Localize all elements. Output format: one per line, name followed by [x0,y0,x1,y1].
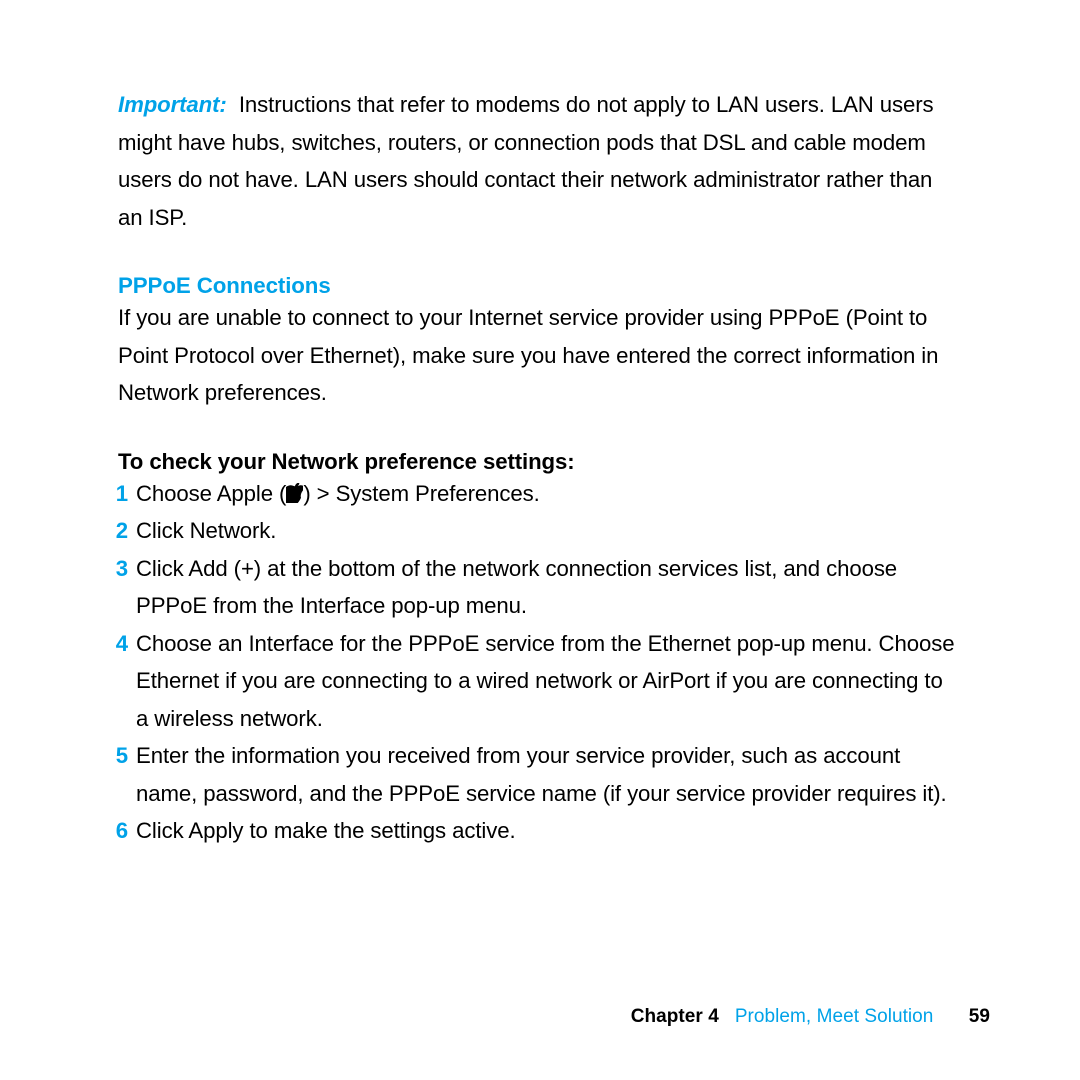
step-2: Click Network. [118,512,960,550]
important-note: Important: Instructions that refer to mo… [118,86,960,236]
step-1-prefix: Choose Apple ( [136,481,286,506]
procedure-steps: Choose Apple ( ) > System Preferences. Cl… [118,475,960,850]
page-content: Important: Instructions that refer to mo… [118,86,960,850]
page-footer: Chapter 4 Problem, Meet Solution 59 [631,1006,990,1028]
chapter-label: Chapter 4 [631,1006,719,1027]
step-5: Enter the information you received from … [118,737,960,812]
procedure-heading: To check your Network preference setting… [118,449,960,475]
step-1: Choose Apple ( ) > System Preferences. [118,475,960,513]
step-1-suffix: ) > System Preferences. [303,481,539,506]
section-heading: PPPoE Connections [118,273,960,299]
step-3: Click Add (+) at the bottom of the netwo… [118,550,960,625]
section-body: If you are unable to connect to your Int… [118,299,960,412]
important-label: Important: [118,92,227,117]
page-number: 59 [969,1006,990,1027]
important-text: Instructions that refer to modems do not… [118,92,934,230]
chapter-title: Problem, Meet Solution [735,1006,934,1027]
apple-logo-icon [286,481,303,506]
step-6: Click Apply to make the settings active. [118,812,960,850]
step-4: Choose an Interface for the PPPoE servic… [118,625,960,738]
